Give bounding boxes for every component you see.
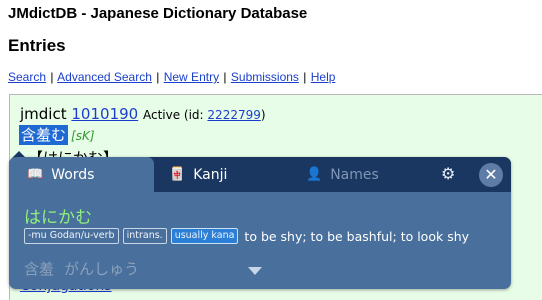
tab-names[interactable]: 👤 Names — [306, 157, 406, 192]
tab-names-label: Names — [330, 166, 379, 183]
nav-link-advanced-search[interactable]: Advanced Search — [57, 70, 152, 84]
nav-link-help[interactable]: Help — [311, 70, 336, 84]
entry-corpus: jmdict — [20, 105, 67, 123]
nav-separator: | — [156, 70, 160, 84]
tab-words-label: Words — [51, 166, 95, 183]
entry-header: jmdict 1010190 Active (id: 2222799) — [20, 105, 266, 123]
expand-more-icon[interactable] — [248, 267, 262, 275]
settings-icon[interactable]: ⚙ — [441, 166, 455, 182]
nav-link-search[interactable]: Search — [8, 70, 46, 84]
next-word-kanji: 含羞 — [24, 260, 55, 278]
page-title: Entries — [8, 36, 66, 55]
entry-seq-link[interactable]: 1010190 — [71, 105, 138, 123]
tab-kanji[interactable]: 🀄 Kanji — [169, 157, 299, 192]
close-icon[interactable]: ✕ — [479, 163, 503, 187]
popup-tab-bar: 📖 Words 🀄 Kanji 👤 Names ⚙ ✕ — [9, 157, 511, 192]
pos-tag: -mu Godan/u-verb — [24, 228, 119, 244]
tab-kanji-label: Kanji — [193, 166, 228, 183]
misc-tag: usually kana — [170, 228, 239, 244]
person-icon: 👤 — [306, 167, 323, 182]
nav-link-new-entry[interactable]: New Entry — [164, 70, 219, 84]
nav-separator: | — [50, 70, 54, 84]
pos-tag: intrans. — [122, 228, 167, 244]
word-sense: -mu Godan/u-verb intrans. usually kana t… — [24, 228, 469, 244]
next-word-entry: 含羞 がんしゅう — [24, 258, 139, 279]
dictionary-popup: 📖 Words 🀄 Kanji 👤 Names ⚙ ✕ はにかむ -mu God… — [9, 157, 511, 289]
nav-link-submissions[interactable]: Submissions — [231, 70, 299, 84]
nav-separator: | — [303, 70, 307, 84]
kanji-card-icon: 🀄 — [169, 167, 186, 182]
nav-bar: Search | Advanced Search | New Entry | S… — [8, 70, 335, 84]
entry-id-link[interactable]: 2222799 — [207, 108, 260, 122]
book-icon: 📖 — [27, 167, 44, 182]
tab-words[interactable]: 📖 Words — [9, 157, 154, 192]
entry-status-suffix: ) — [260, 108, 266, 122]
next-word-reading: がんしゅう — [64, 260, 140, 278]
entry-kanji-line: 含羞む [sK] — [19, 124, 95, 145]
nav-separator: | — [223, 70, 227, 84]
word-gloss: to be shy; to be bashful; to look shy — [244, 228, 470, 244]
entry-kanji[interactable]: 含羞む — [19, 125, 69, 145]
kanji-info-tag: [sK] — [71, 129, 95, 143]
entry-status-prefix: Active (id: — [142, 108, 208, 122]
word-reading: はにかむ — [24, 208, 92, 228]
site-title: JMdictDB - Japanese Dictionary Database — [8, 5, 308, 22]
